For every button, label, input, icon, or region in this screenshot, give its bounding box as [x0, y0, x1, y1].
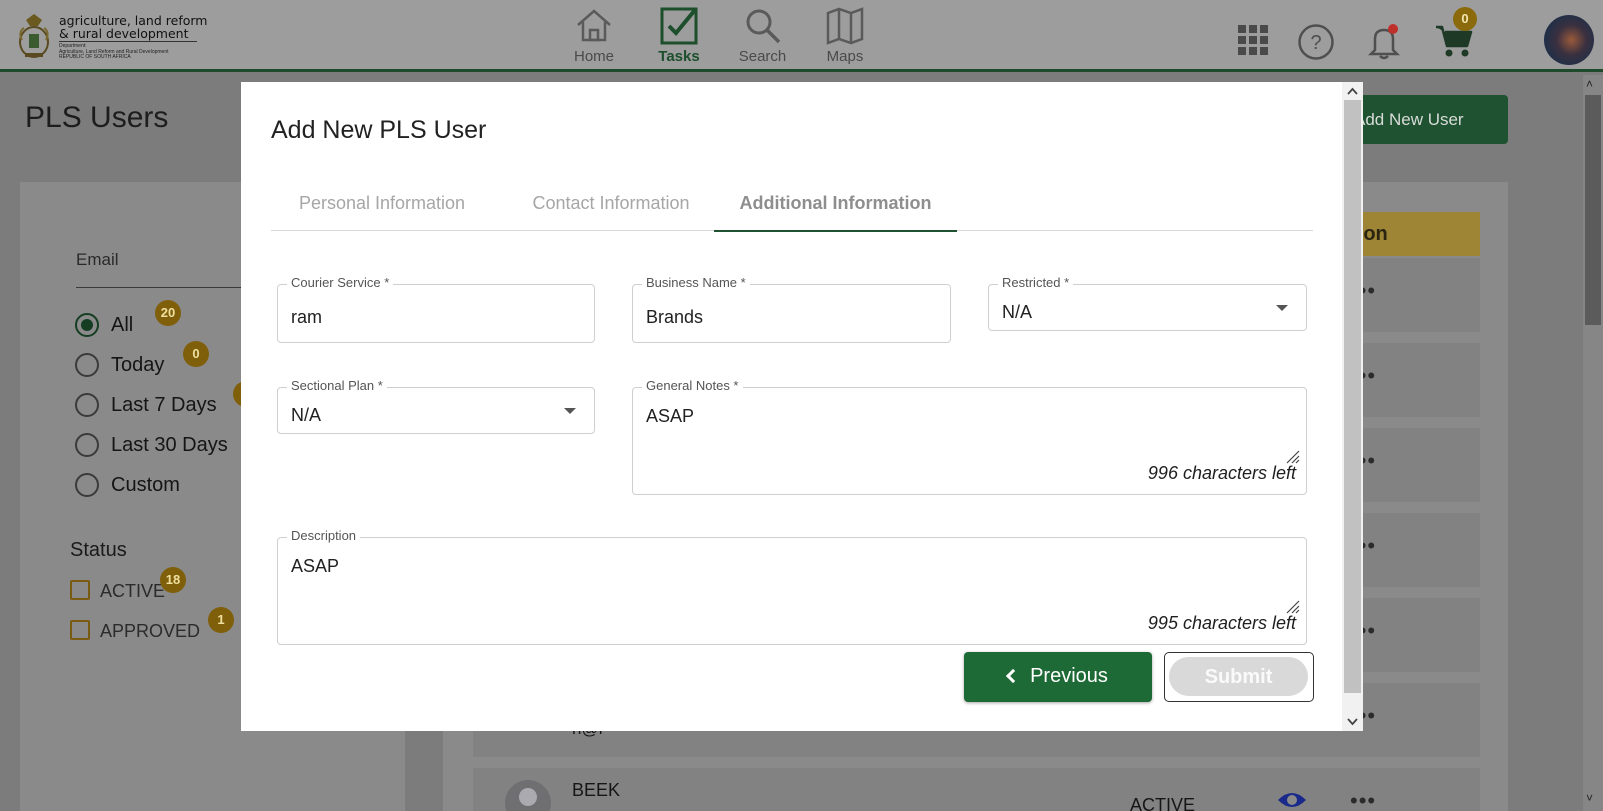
description-label: Description	[287, 528, 361, 543]
radio-last-30-days[interactable]	[75, 433, 99, 457]
business-name-label: Business Name *	[642, 275, 750, 290]
general-notes-value: ASAP	[646, 406, 695, 426]
cart-count-badge: 0	[1453, 7, 1477, 31]
page-title: PLS Users	[25, 101, 169, 134]
nav-maps[interactable]: Maps	[820, 6, 870, 68]
sectional-plan-label: Sectional Plan *	[287, 378, 387, 393]
courier-service-value: ram	[291, 307, 322, 327]
tab-personal-information[interactable]: Personal Information	[271, 186, 493, 232]
add-user-modal: Add New PLS User Personal Information Co…	[241, 82, 1363, 731]
nav-search[interactable]: Search	[735, 6, 790, 68]
chevron-left-icon	[1006, 668, 1021, 684]
scroll-down-arrow-icon[interactable]: ˅	[1586, 791, 1593, 805]
notification-bell-icon[interactable]	[1367, 22, 1401, 60]
restricted-value: N/A	[1002, 302, 1033, 322]
coat-of-arms-icon	[19, 14, 49, 58]
sectional-plan-select[interactable]: Sectional Plan * N/A	[277, 378, 595, 434]
checkbox-active-label: ACTIVE	[100, 581, 166, 601]
scroll-up-arrow-icon[interactable]: ˄	[1586, 77, 1593, 91]
all-count-badge: 20	[155, 300, 181, 326]
scroll-up-arrow-icon[interactable]	[1346, 85, 1359, 98]
business-name-value: Brands	[646, 307, 704, 327]
courier-service-label: Courier Service *	[287, 275, 394, 290]
modal-scrollbar[interactable]	[1342, 82, 1363, 731]
logo-divider	[59, 41, 197, 42]
business-name-field[interactable]: Business Name * Brands	[632, 275, 951, 343]
table-row[interactable]	[473, 768, 1480, 811]
tab-additional-information[interactable]: Additional Information	[714, 186, 957, 232]
row-user-name: BEEK	[572, 780, 621, 800]
resize-handle-icon[interactable]	[1284, 598, 1300, 614]
submit-button[interactable]: Submit	[1164, 652, 1314, 702]
sectional-plan-value: N/A	[291, 405, 322, 425]
radio-custom[interactable]	[75, 473, 99, 497]
tab-contact-information[interactable]: Contact Information	[511, 186, 711, 232]
search-icon	[746, 9, 780, 44]
description-counter: 995 characters left	[1147, 613, 1296, 633]
approved-count-badge: 1	[208, 607, 234, 633]
radio-last-7-days[interactable]	[75, 393, 99, 417]
description-textarea[interactable]: Description ASAP 995 characters left	[277, 528, 1307, 645]
checkbox-approved[interactable]	[70, 620, 90, 640]
radio-custom-label: Custom	[111, 474, 180, 496]
top-app-bar: agriculture, land reform & rural develop…	[0, 0, 1603, 72]
nav-tasks[interactable]: Tasks	[654, 6, 704, 68]
page-scrollbar[interactable]: ˄ ˅	[1583, 75, 1603, 811]
apps-grid-icon[interactable]	[1237, 24, 1269, 56]
submit-button-label: Submit	[1169, 657, 1308, 696]
tasks-icon	[660, 7, 698, 45]
previous-button[interactable]: Previous	[964, 652, 1152, 702]
page-scrollbar-thumb[interactable]	[1585, 95, 1601, 325]
nav-search-label: Search	[738, 48, 787, 65]
radio-today-label: Today	[111, 354, 165, 376]
nav-home-label: Home	[573, 48, 614, 65]
general-notes-label: General Notes *	[642, 378, 743, 393]
nav-tasks-label: Tasks	[658, 48, 700, 65]
previous-button-label: Previous	[1030, 665, 1108, 687]
email-filter-label: Email	[76, 250, 119, 269]
description-value: ASAP	[291, 556, 340, 576]
row-user-status: ACTIVE	[1130, 795, 1196, 811]
svg-text:?: ?	[1310, 32, 1321, 54]
general-notes-textarea[interactable]: General Notes * ASAP 996 characters left	[632, 378, 1307, 495]
row-more-menu-icon[interactable]: •••	[1350, 788, 1376, 811]
logo-small-3: REPUBLIC OF SOUTH AFRICA	[59, 54, 131, 60]
today-count-badge: 0	[183, 341, 209, 367]
view-eye-icon[interactable]	[1277, 790, 1307, 810]
nav-home[interactable]: Home	[570, 6, 618, 68]
modal-title: Add New PLS User	[271, 116, 487, 144]
home-icon	[577, 9, 611, 42]
department-logo[interactable]: agriculture, land reform & rural develop…	[16, 12, 207, 64]
chevron-down-icon	[564, 408, 576, 414]
modal-scrollbar-thumb[interactable]	[1344, 100, 1361, 693]
courier-service-field[interactable]: Courier Service * ram	[277, 275, 595, 343]
status-heading: Status	[70, 539, 127, 561]
help-icon[interactable]: ?	[1297, 23, 1335, 61]
checkbox-active[interactable]	[70, 580, 90, 600]
radio-today[interactable]	[75, 353, 99, 377]
checkbox-approved-label: APPROVED	[100, 621, 201, 641]
map-icon	[826, 7, 864, 45]
nav-maps-label: Maps	[826, 48, 864, 65]
active-count-badge: 18	[160, 567, 186, 593]
logo-line-2: & rural development	[59, 26, 189, 41]
radio-last-30-days-label: Last 30 Days	[111, 434, 228, 456]
radio-last-7-days-label: Last 7 Days	[111, 394, 217, 416]
restricted-select[interactable]: Restricted * N/A	[988, 275, 1307, 331]
restricted-label: Restricted *	[998, 275, 1074, 290]
general-notes-counter: 996 characters left	[1147, 463, 1296, 483]
radio-all-label: All	[111, 314, 134, 336]
user-avatar[interactable]	[1544, 15, 1594, 65]
resize-handle-icon[interactable]	[1284, 448, 1300, 464]
scroll-down-arrow-icon[interactable]	[1346, 715, 1359, 728]
radio-all[interactable]	[75, 313, 99, 337]
chevron-down-icon	[1276, 305, 1288, 311]
